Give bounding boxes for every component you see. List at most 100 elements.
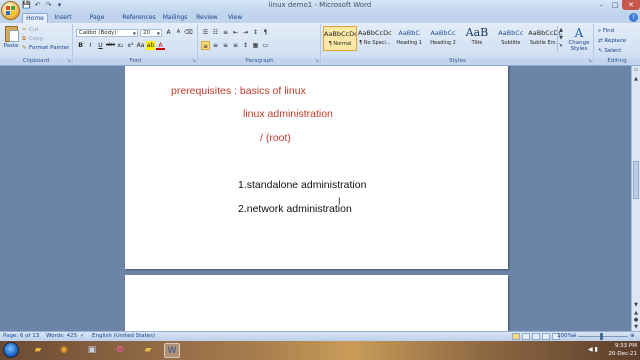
browser-icon[interactable]: ◉: [56, 343, 72, 358]
folder-icon[interactable]: ▰: [140, 343, 156, 358]
web-layout-icon[interactable]: [532, 333, 540, 340]
language-indicator[interactable]: English (United States): [92, 332, 155, 341]
start-button-icon[interactable]: [3, 342, 19, 358]
style-item[interactable]: AaBbC Heading 1: [393, 26, 426, 51]
copy-button[interactable]: ⧉ Copy: [22, 35, 43, 43]
style-item[interactable]: AaBbCc Subtitle: [494, 26, 527, 51]
zoom-slider-knob[interactable]: [600, 333, 603, 340]
word-icon[interactable]: W: [164, 343, 180, 358]
dialog-launcher-icon[interactable]: ↘: [588, 58, 592, 65]
scroll-down-icon[interactable]: ▼: [632, 302, 640, 308]
style-item[interactable]: AaB Title: [461, 26, 494, 51]
dialog-launcher-icon[interactable]: ↘: [67, 58, 71, 65]
document-line[interactable]: 2.network administration: [238, 203, 352, 215]
minimize-button[interactable]: –: [594, 0, 608, 10]
page-count[interactable]: Page: 6 of 13: [3, 332, 39, 341]
full-screen-reading-icon[interactable]: [522, 333, 530, 340]
grow-font-icon[interactable]: A: [164, 28, 173, 37]
document-line[interactable]: prerequisites : basics of linux: [171, 85, 306, 97]
align-center-icon[interactable]: ≡: [211, 41, 220, 50]
tab-mailings[interactable]: Mailings: [162, 13, 188, 23]
volume-icon[interactable]: ◀: [588, 346, 593, 353]
document-line[interactable]: linux administration: [243, 108, 333, 120]
clear-formatting-icon[interactable]: ⌫: [184, 28, 193, 37]
style-item[interactable]: AaBbCcDc ¶ Normal: [323, 26, 357, 51]
tab-review[interactable]: Review: [195, 13, 219, 23]
font-color-icon[interactable]: A: [156, 41, 165, 50]
scroll-thumb[interactable]: [633, 161, 639, 199]
change-styles-button[interactable]: A Change Styles: [567, 26, 591, 52]
numbering-icon[interactable]: ☷: [211, 28, 220, 37]
zoom-level[interactable]: 100%: [557, 332, 573, 341]
shrink-font-icon[interactable]: A: [174, 28, 183, 37]
media-icon[interactable]: ▣: [84, 343, 100, 358]
redo-icon[interactable]: ↷: [44, 1, 53, 10]
tab-insert[interactable]: Insert: [52, 13, 74, 23]
cut-button[interactable]: ✂ Cut: [22, 26, 38, 34]
network-icon[interactable]: ▮: [595, 346, 598, 353]
replace-button[interactable]: ⇄ Replace: [598, 37, 626, 45]
scroll-up-icon[interactable]: ▲: [632, 76, 640, 82]
zoom-in-icon[interactable]: ⊕: [630, 332, 635, 341]
align-left-icon[interactable]: ≡: [201, 41, 210, 50]
format-painter-button[interactable]: ✎ Format Painter: [22, 44, 69, 52]
document-line[interactable]: 1.standalone administration: [238, 179, 366, 191]
increase-indent-icon[interactable]: ⇥: [241, 28, 250, 37]
next-page[interactable]: [125, 275, 508, 331]
multilevel-list-icon[interactable]: ≡: [221, 28, 230, 37]
customize-qat-icon[interactable]: ▾: [55, 1, 64, 10]
style-item[interactable]: AaBbCc Heading 2: [427, 26, 460, 51]
sort-icon[interactable]: ↕: [251, 28, 260, 37]
app-icon[interactable]: ✿: [112, 343, 128, 358]
bold-icon[interactable]: B: [76, 41, 85, 50]
styles-gallery-scroll[interactable]: ▲ ▼ ▾: [557, 26, 564, 52]
scroll-down-icon[interactable]: ▼: [558, 34, 564, 42]
zoom-slider[interactable]: [578, 336, 628, 337]
document-line[interactable]: / (root): [260, 132, 291, 144]
tab-view[interactable]: View: [226, 13, 244, 23]
next-page-icon[interactable]: ▼: [632, 324, 640, 330]
close-button[interactable]: ✕: [622, 0, 640, 10]
tab-home[interactable]: Home: [22, 13, 48, 23]
font-size-combo[interactable]: 20 ▼: [140, 29, 162, 37]
borders-icon[interactable]: ▭: [261, 41, 270, 50]
tab-references[interactable]: References: [121, 13, 157, 23]
file-explorer-icon[interactable]: ▰: [30, 343, 46, 358]
office-button[interactable]: [1, 1, 20, 20]
clock[interactable]: 9:33 PM 20-Dec-21: [608, 342, 637, 358]
bullets-icon[interactable]: ☰: [201, 28, 210, 37]
subscript-icon[interactable]: x₂: [116, 41, 125, 50]
line-spacing-icon[interactable]: ↕: [241, 41, 250, 50]
dialog-launcher-icon[interactable]: ↘: [315, 58, 319, 65]
strikethrough-icon[interactable]: abc: [106, 41, 115, 50]
find-button[interactable]: ⌕ Find: [598, 27, 614, 35]
zoom-out-icon[interactable]: ⊖: [572, 332, 577, 341]
undo-icon[interactable]: ↶: [33, 1, 42, 10]
shading-icon[interactable]: ▦: [251, 41, 260, 50]
more-icon[interactable]: ▾: [558, 42, 564, 50]
previous-page-icon[interactable]: ▲: [632, 310, 640, 316]
tab-page-layout[interactable]: Page Layout: [79, 13, 115, 31]
justify-icon[interactable]: ≡: [231, 41, 240, 50]
font-name-combo[interactable]: Calibri (Body) ▼: [76, 29, 138, 37]
document-page[interactable]: prerequisites : basics of linux linux ad…: [125, 66, 508, 269]
ruler-toggle-icon[interactable]: ▭: [632, 67, 640, 73]
save-icon[interactable]: 💾: [22, 1, 31, 10]
paste-button[interactable]: Paste: [2, 26, 20, 56]
change-case-icon[interactable]: Aa: [136, 41, 145, 50]
outline-icon[interactable]: [542, 333, 550, 340]
italic-icon[interactable]: I: [86, 41, 95, 50]
select-button[interactable]: ↖ Select: [598, 47, 621, 55]
select-browse-object-icon[interactable]: ●: [632, 317, 640, 323]
scroll-up-icon[interactable]: ▲: [558, 26, 564, 34]
decrease-indent-icon[interactable]: ⇤: [231, 28, 240, 37]
word-count[interactable]: Words: 425: [46, 332, 77, 341]
show-marks-icon[interactable]: ¶: [261, 28, 270, 37]
dialog-launcher-icon[interactable]: ↘: [192, 58, 196, 65]
spell-check-icon[interactable]: ✓: [80, 332, 85, 341]
style-item[interactable]: AaBbCcDc ¶ No Spaci...: [358, 26, 392, 51]
highlight-icon[interactable]: ab: [146, 41, 155, 50]
vertical-scrollbar[interactable]: ▭ ▲ ▼ ▲ ● ▼: [631, 66, 640, 331]
underline-icon[interactable]: U: [96, 41, 105, 50]
maximize-button[interactable]: □: [608, 0, 622, 10]
